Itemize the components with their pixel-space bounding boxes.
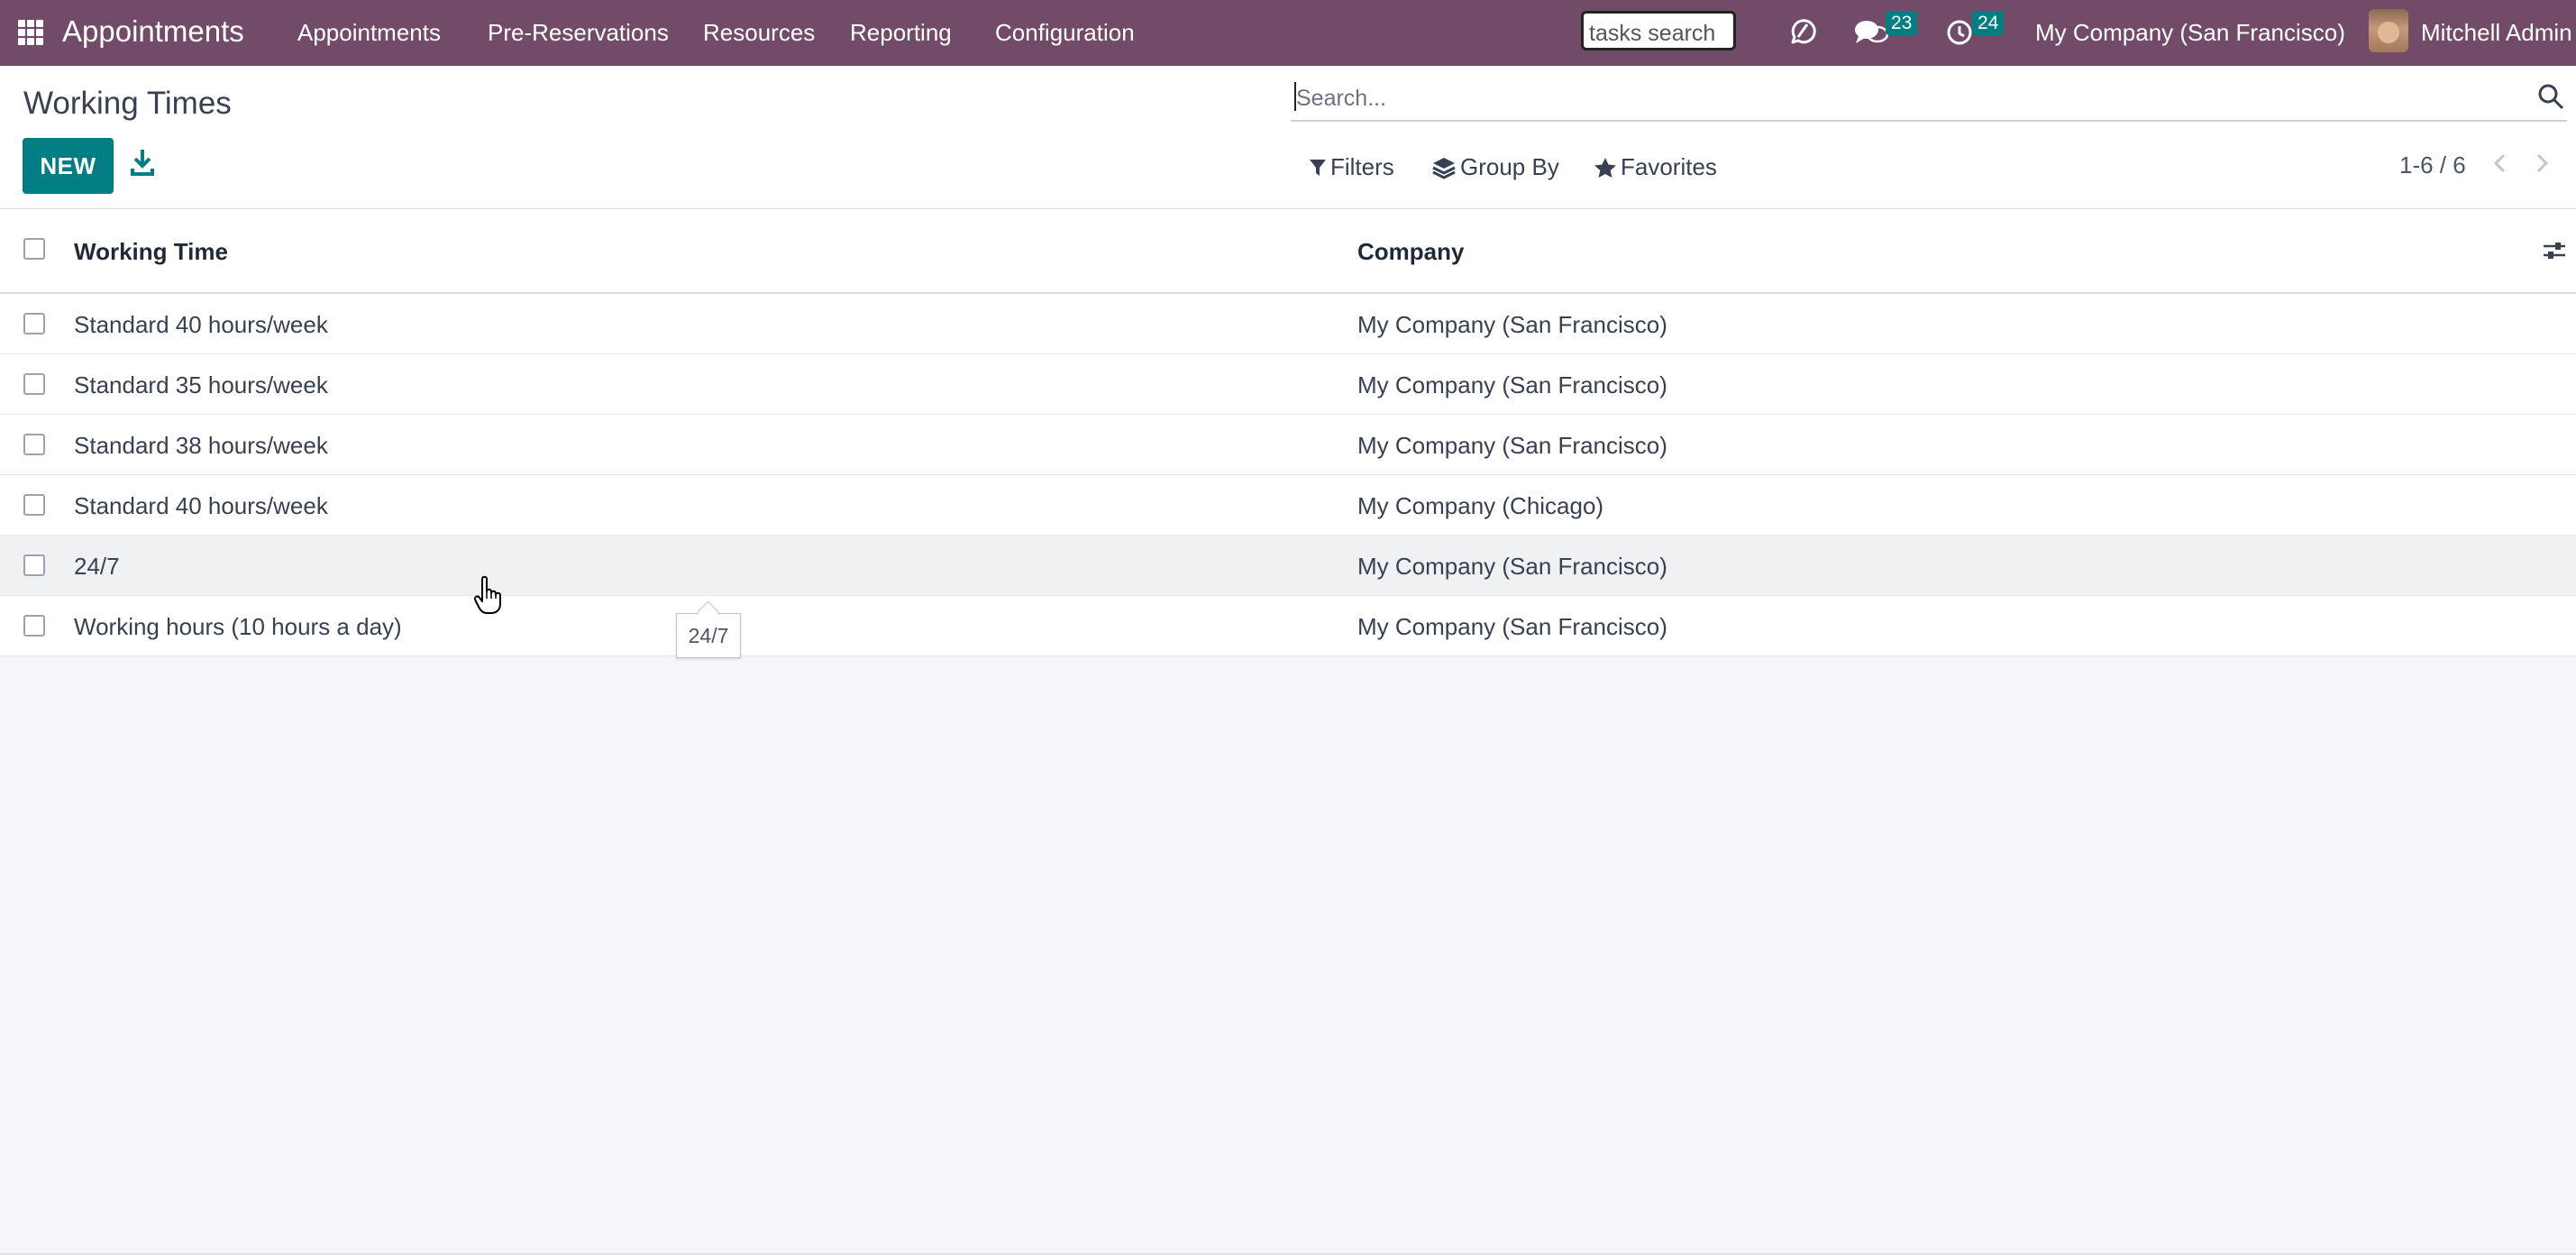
table-row[interactable]: 24/7 My Company (San Francisco) xyxy=(0,536,2576,596)
filters-button[interactable]: Filters xyxy=(1309,153,1394,181)
menu-configuration[interactable]: Configuration xyxy=(995,19,1135,47)
group-by-button[interactable]: Group By xyxy=(1431,153,1559,181)
table-row[interactable]: Standard 35 hours/week My Company (San F… xyxy=(0,354,2576,415)
company-cell: My Company (San Francisco) xyxy=(1357,613,1667,640)
optional-columns-toggle-icon[interactable] xyxy=(2542,238,2567,263)
menu-resources[interactable]: Resources xyxy=(703,19,815,47)
select-all-checkbox[interactable] xyxy=(23,238,45,260)
page-title: Working Times xyxy=(23,86,232,121)
working-time-cell: Standard 40 hours/week xyxy=(74,492,328,519)
company-cell: My Company (San Francisco) xyxy=(1357,371,1667,398)
company-cell: My Company (San Francisco) xyxy=(1357,553,1667,580)
search-input[interactable] xyxy=(1294,82,2515,115)
group-by-label: Group By xyxy=(1460,153,1559,180)
row-checkbox[interactable] xyxy=(23,554,45,576)
hand-pointer-icon xyxy=(473,575,501,614)
messages-icon[interactable] xyxy=(1854,18,1888,49)
activities-count-badge: 24 xyxy=(1972,11,2005,35)
chevron-left-icon[interactable] xyxy=(2488,151,2513,176)
list-view: Working Time Company Standard 40 hours/w… xyxy=(0,209,2576,656)
menu-appointments[interactable]: Appointments xyxy=(297,19,441,47)
row-checkbox[interactable] xyxy=(23,434,45,455)
working-time-cell: 24/7 xyxy=(74,553,120,580)
column-header-company[interactable]: Company xyxy=(1357,238,1464,266)
star-icon xyxy=(1594,157,1616,178)
row-checkbox[interactable] xyxy=(23,313,45,334)
table-row[interactable]: Standard 38 hours/week My Company (San F… xyxy=(0,415,2576,475)
activities-clock-icon[interactable] xyxy=(1945,18,1974,47)
favorites-button[interactable]: Favorites xyxy=(1594,153,1717,181)
search-bar xyxy=(1291,75,2567,122)
tasks-search-input[interactable]: tasks search xyxy=(1581,11,1736,50)
menu-reporting[interactable]: Reporting xyxy=(850,19,952,47)
phone-refresh-icon[interactable] xyxy=(1786,15,1818,48)
row-checkbox[interactable] xyxy=(23,494,45,516)
table-row[interactable]: Working hours (10 hours a day) My Compan… xyxy=(0,596,2576,656)
pager-value[interactable]: 1-6 / 6 xyxy=(2399,151,2466,179)
column-header-working-time[interactable]: Working Time xyxy=(74,238,228,266)
text-caret xyxy=(1294,82,1296,111)
chevron-right-icon[interactable] xyxy=(2529,151,2554,176)
favorites-label: Favorites xyxy=(1621,153,1717,180)
row-tooltip: 24/7 xyxy=(676,613,741,658)
working-time-cell: Working hours (10 hours a day) xyxy=(74,613,402,640)
working-time-cell: Standard 40 hours/week xyxy=(74,311,328,338)
row-checkbox[interactable] xyxy=(23,373,45,395)
working-time-cell: Standard 35 hours/week xyxy=(74,371,328,398)
user-menu[interactable]: Mitchell Admin xyxy=(2421,19,2572,47)
app-brand[interactable]: Appointments xyxy=(62,14,244,49)
company-cell: My Company (Chicago) xyxy=(1357,492,1604,519)
search-icon[interactable] xyxy=(2536,82,2565,111)
row-checkbox[interactable] xyxy=(23,615,45,637)
top-navbar: Appointments Appointments Pre-Reservatio… xyxy=(0,0,2576,66)
user-avatar[interactable] xyxy=(2369,9,2408,52)
company-cell: My Company (San Francisco) xyxy=(1357,432,1667,459)
table-header: Working Time Company xyxy=(0,209,2576,294)
working-time-cell: Standard 38 hours/week xyxy=(74,432,328,459)
messages-count-badge: 23 xyxy=(1886,11,1918,35)
table-row[interactable]: Standard 40 hours/week My Company (San F… xyxy=(0,294,2576,354)
download-icon[interactable] xyxy=(129,147,156,178)
layers-icon xyxy=(1432,157,1456,179)
company-cell: My Company (San Francisco) xyxy=(1357,311,1667,338)
table-row[interactable]: Standard 40 hours/week My Company (Chica… xyxy=(0,475,2576,536)
new-button[interactable]: NEW xyxy=(23,138,114,194)
control-panel: Working Times NEW Filters Group By Favor… xyxy=(0,66,2576,209)
filters-label: Filters xyxy=(1330,153,1394,180)
filter-icon xyxy=(1310,159,1326,176)
company-switcher[interactable]: My Company (San Francisco) xyxy=(2035,19,2345,47)
menu-pre-reservations[interactable]: Pre-Reservations xyxy=(488,19,669,47)
app-grid-icon[interactable] xyxy=(18,20,43,45)
